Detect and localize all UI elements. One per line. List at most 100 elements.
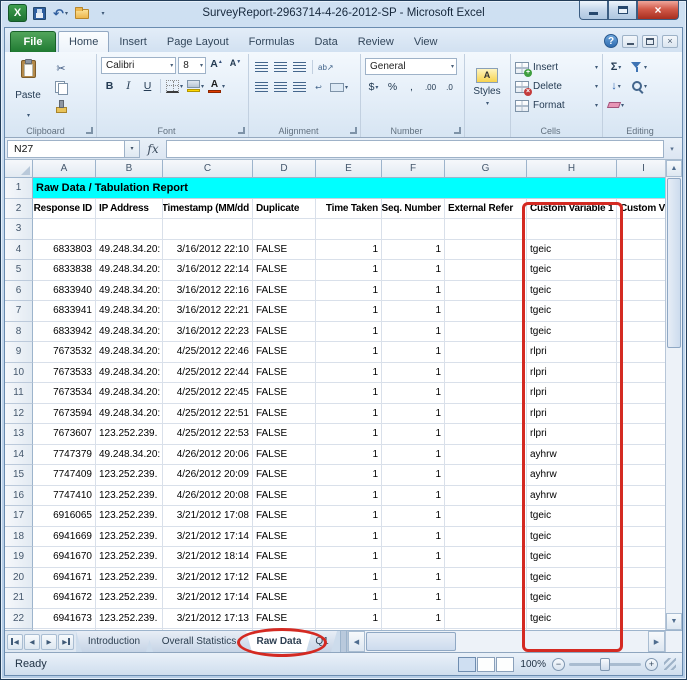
cell[interactable]: 1 [382, 240, 445, 261]
cell[interactable] [445, 301, 527, 322]
cell[interactable]: tgeic [527, 609, 617, 630]
cell[interactable] [445, 547, 527, 568]
cell[interactable]: tgeic [527, 260, 617, 281]
tab-split-handle[interactable] [340, 631, 347, 652]
cell[interactable] [445, 260, 527, 281]
cell[interactable]: 4/26/2012 20:08 [163, 486, 253, 507]
cell[interactable]: ayhrw [527, 465, 617, 486]
cell[interactable]: 3/21/2012 17:14 [163, 527, 253, 548]
vertical-scrollbar[interactable]: ▲ ▼ [665, 160, 682, 630]
cell[interactable]: 1 [316, 404, 382, 425]
cell[interactable]: 4/26/2012 20:06 [163, 445, 253, 466]
cell[interactable]: rlpri [527, 342, 617, 363]
cell[interactable] [617, 322, 665, 343]
column-header-b[interactable]: B [96, 160, 163, 178]
column-header-i[interactable]: I [617, 160, 665, 178]
cell[interactable] [617, 588, 665, 609]
cell[interactable]: tgeic [527, 588, 617, 609]
cell[interactable]: 49.248.34.20: [96, 445, 163, 466]
row-header-20[interactable]: 20 [5, 568, 33, 589]
column-header-h[interactable]: H [527, 160, 617, 178]
font-color-button[interactable]: A▾ [207, 78, 226, 94]
page-layout-view-button[interactable] [477, 657, 495, 672]
comma-style-button[interactable]: , [403, 79, 420, 95]
column-header-f[interactable]: F [382, 160, 445, 178]
cell[interactable]: 123.252.239. [96, 568, 163, 589]
help-icon[interactable]: ? [604, 34, 618, 48]
save-button[interactable] [31, 5, 48, 22]
cell[interactable]: FALSE [253, 465, 316, 486]
cell[interactable] [617, 445, 665, 466]
number-format-select[interactable]: General▾ [365, 58, 457, 75]
workbook-minimize-button[interactable] [622, 35, 638, 48]
wrap-text-button[interactable]: ↩ [310, 79, 327, 95]
cell[interactable]: 1 [382, 527, 445, 548]
autosum-button[interactable]: Σ▾ [607, 59, 625, 75]
cell[interactable]: Custom Variable 1 [527, 199, 617, 220]
cell[interactable] [617, 527, 665, 548]
cut-button[interactable]: ✂ [51, 60, 71, 76]
cell[interactable]: FALSE [253, 588, 316, 609]
cell[interactable]: 6833838 [33, 260, 96, 281]
cell[interactable]: Seq. Number [382, 199, 445, 220]
last-sheet-button[interactable]: ▶ [58, 634, 74, 650]
cell[interactable] [445, 506, 527, 527]
clipboard-dialog-launcher-icon[interactable] [86, 127, 93, 134]
cell[interactable]: tgeic [527, 301, 617, 322]
cell[interactable]: FALSE [253, 486, 316, 507]
delete-cells-button[interactable]: × Delete ▾ [515, 78, 598, 95]
cell[interactable] [445, 281, 527, 302]
cell[interactable]: 4/25/2012 22:45 [163, 383, 253, 404]
row-header-11[interactable]: 11 [5, 383, 33, 404]
cell[interactable]: 49.248.34.20: [96, 240, 163, 261]
cell[interactable]: 49.248.34.20: [96, 260, 163, 281]
cell[interactable]: 3/16/2012 22:16 [163, 281, 253, 302]
formula-input[interactable] [166, 140, 664, 158]
close-button[interactable]: × [637, 1, 679, 20]
cell[interactable]: 123.252.239. [96, 506, 163, 527]
cell[interactable]: 6833803 [33, 240, 96, 261]
styles-button[interactable]: A Styles ▾ [469, 57, 505, 117]
cell[interactable]: 123.252.239. [96, 588, 163, 609]
row-header-15[interactable]: 15 [5, 465, 33, 486]
ribbon-tab-home[interactable]: Home [58, 31, 109, 52]
number-dialog-launcher-icon[interactable] [454, 127, 461, 134]
cell[interactable]: 6941670 [33, 547, 96, 568]
cell[interactable]: FALSE [253, 383, 316, 404]
cell[interactable]: rlpri [527, 383, 617, 404]
cell[interactable] [617, 506, 665, 527]
cell[interactable] [445, 609, 527, 630]
cell[interactable] [96, 219, 163, 240]
cell[interactable]: 49.248.34.20: [96, 342, 163, 363]
vertical-scroll-thumb[interactable] [667, 178, 681, 348]
cell[interactable]: 49.248.34.20: [96, 363, 163, 384]
row-header-17[interactable]: 17 [5, 506, 33, 527]
cell[interactable]: 1 [316, 527, 382, 548]
cell[interactable]: 49.248.34.20: [96, 383, 163, 404]
cell[interactable]: 3/21/2012 17:08 [163, 506, 253, 527]
cell[interactable]: Duplicate [253, 199, 316, 220]
cell[interactable] [445, 486, 527, 507]
row-header-10[interactable]: 10 [5, 363, 33, 384]
cell[interactable]: rlpri [527, 363, 617, 384]
grow-font-button[interactable]: A▲ [208, 58, 225, 74]
scroll-down-button[interactable]: ▼ [666, 613, 682, 630]
cell[interactable] [445, 240, 527, 261]
cell[interactable]: 1 [382, 609, 445, 630]
cell[interactable]: 7673607 [33, 424, 96, 445]
normal-view-button[interactable] [458, 657, 476, 672]
ribbon-tab-file[interactable]: File [10, 31, 56, 52]
cell[interactable]: 7673532 [33, 342, 96, 363]
cell[interactable] [33, 219, 96, 240]
orientation-button[interactable]: ab↗ [317, 59, 335, 75]
sheet-tab-raw-data[interactable]: Raw Data [246, 631, 312, 652]
cell[interactable]: 1 [382, 281, 445, 302]
cell[interactable] [445, 342, 527, 363]
cell[interactable]: 1 [382, 506, 445, 527]
horizontal-scroll-thumb[interactable] [366, 632, 456, 651]
cell[interactable]: FALSE [253, 609, 316, 630]
cell[interactable] [163, 219, 253, 240]
row-header-19[interactable]: 19 [5, 547, 33, 568]
cell[interactable]: 3/16/2012 22:10 [163, 240, 253, 261]
cell[interactable]: FALSE [253, 363, 316, 384]
